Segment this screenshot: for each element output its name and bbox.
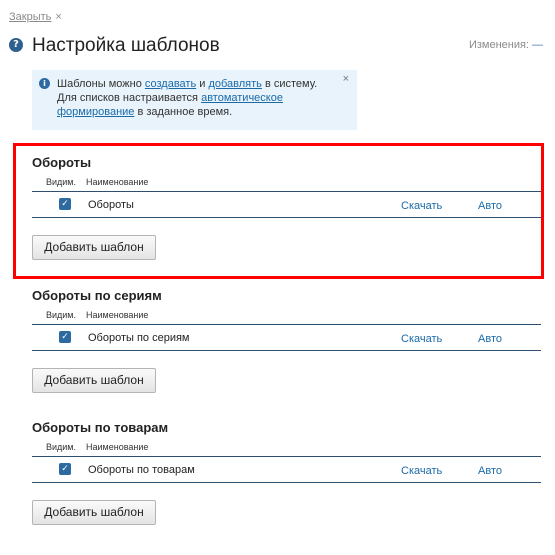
page-header: ? Настройка шаблонов Изменения: — [9, 35, 555, 57]
info-text-3: в систему. [261, 78, 318, 90]
download-link[interactable]: Скачать [401, 465, 442, 477]
close-link[interactable]: Закрыть × [9, 11, 62, 23]
column-header-name: Наименование [86, 177, 149, 187]
column-header-name: Наименование [86, 442, 149, 452]
section-title: Обороты [32, 155, 92, 170]
template-section: Обороты по сериям Видим. Наименование ✓ … [0, 288, 555, 408]
info-text-1: Шаблоны можно [57, 78, 145, 90]
close-icon[interactable]: × [55, 11, 61, 23]
auto-link[interactable]: Авто [478, 465, 502, 477]
changes-indicator: Изменения: — [469, 39, 543, 51]
auto-link[interactable]: Авто [478, 333, 502, 345]
column-header-visible: Видим. [46, 177, 76, 187]
add-template-button[interactable]: Добавить шаблон [32, 500, 156, 525]
download-link[interactable]: Скачать [401, 200, 442, 212]
visible-checkbox[interactable]: ✓ [59, 331, 71, 343]
section-title: Обороты по сериям [32, 288, 162, 303]
divider [32, 350, 541, 351]
changes-value[interactable]: — [532, 39, 543, 51]
info-icon: i [39, 78, 50, 89]
column-header-name: Наименование [86, 310, 149, 320]
info-text: Шаблоны можно создавать и добавлять в си… [57, 77, 347, 119]
create-link[interactable]: создавать [145, 78, 196, 90]
add-template-button[interactable]: Добавить шаблон [32, 368, 156, 393]
divider [32, 456, 541, 457]
page-title: Настройка шаблонов [32, 35, 220, 56]
template-name: Обороты [88, 199, 134, 211]
info-box: i Шаблоны можно создавать и добавлять в … [32, 70, 357, 130]
template-section: Обороты Видим. Наименование ✓ Обороты Ск… [0, 155, 555, 275]
template-section: Обороты по товарам Видим. Наименование ✓… [0, 420, 555, 540]
changes-label: Изменения: [468, 39, 529, 51]
visible-checkbox[interactable]: ✓ [59, 198, 71, 210]
column-header-visible: Видим. [46, 442, 76, 452]
help-icon[interactable]: ? [9, 38, 23, 52]
template-name: Обороты по сериям [88, 332, 190, 344]
section-title: Обороты по товарам [32, 420, 169, 435]
divider [32, 191, 541, 192]
info-text-5: в заданное время. [134, 106, 233, 118]
auto-link[interactable]: Авто [478, 200, 502, 212]
info-close-icon[interactable]: × [343, 73, 349, 85]
add-template-button[interactable]: Добавить шаблон [32, 235, 156, 260]
download-link[interactable]: Скачать [401, 333, 442, 345]
column-header-visible: Видим. [46, 310, 76, 320]
divider [32, 482, 541, 483]
info-text-2: и [196, 78, 209, 90]
visible-checkbox[interactable]: ✓ [59, 463, 71, 475]
info-text-4: Для списков настраивается [57, 92, 202, 104]
add-link[interactable]: добавлять [208, 78, 261, 90]
template-name: Обороты по товарам [88, 464, 195, 476]
divider [32, 324, 541, 325]
divider [32, 217, 541, 218]
close-label[interactable]: Закрыть [9, 11, 51, 23]
